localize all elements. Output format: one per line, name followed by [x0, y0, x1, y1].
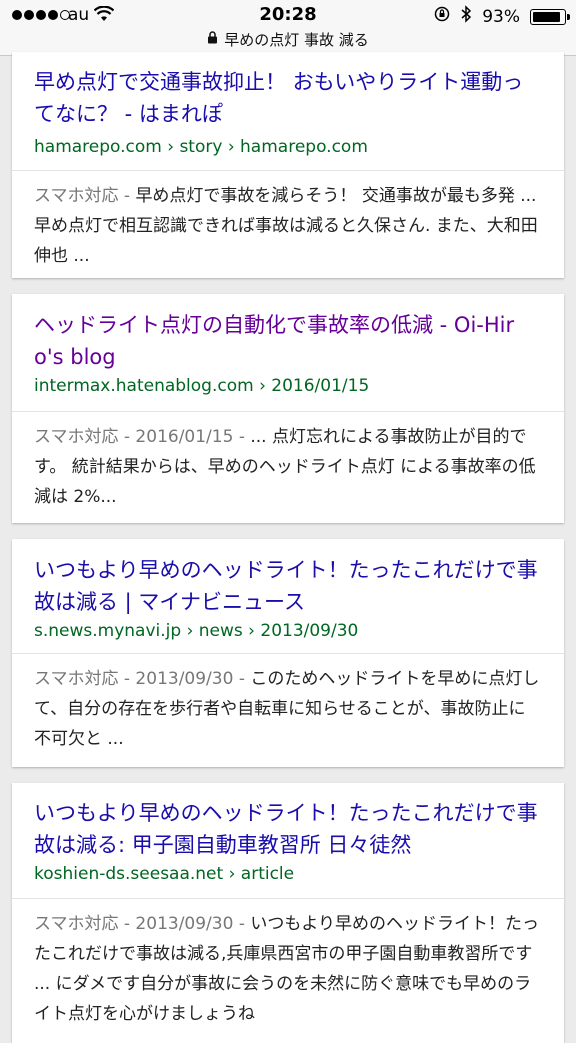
result-snippet: スマホ対応 - 2013/09/30 - いつもより早めのヘッドライト！たったこ…: [12, 899, 564, 1029]
orientation-lock-icon: [434, 6, 450, 27]
result-url[interactable]: intermax.hatenablog.com › 2016/01/15: [34, 373, 542, 399]
result-title-link[interactable]: 早め点灯で交通事故抑止！ おもいやりライト運動ってなに？ - はまれぽ: [34, 66, 542, 130]
address-bar[interactable]: 早めの点灯 事故 減る: [0, 28, 576, 50]
search-result-card[interactable]: ヘッドライト点灯の自動化で事故率の低減 - Oi-Hiro's blog int…: [12, 294, 564, 523]
snippet-meta: スマホ対応 - 2013/09/30 -: [34, 914, 251, 934]
bluetooth-icon: [460, 5, 472, 28]
battery-percent: 93%: [482, 6, 520, 27]
search-result-card[interactable]: 早め点灯で交通事故抑止！ おもいやりライト運動ってなに？ - はまれぽ hama…: [12, 52, 564, 278]
result-title-link[interactable]: ヘッドライト点灯の自動化で事故率の低減 - Oi-Hiro's blog: [34, 309, 542, 373]
search-result-card[interactable]: いつもより早めのヘッドライト！たったこれだけで事故は減る: 甲子園自動車教習所 …: [12, 783, 564, 1043]
result-title-link[interactable]: いつもより早めのヘッドライト！たったこれだけで事故は減る: 甲子園自動車教習所 …: [34, 797, 542, 861]
result-snippet: スマホ対応 - 2013/09/30 - このためヘッドライトを早めに点灯して、…: [12, 654, 564, 754]
result-snippet: スマホ対応 - 早め点灯で事故を減らそう！ 交通事故が最も多発 ... 早め点灯…: [12, 171, 564, 271]
result-url[interactable]: s.news.mynavi.jp › news › 2013/09/30: [34, 618, 542, 644]
status-right-icons: 93%: [434, 5, 570, 28]
result-title-link[interactable]: いつもより早めのヘッドライト！たったこれだけで事故は減る | マイナビニュース: [34, 554, 542, 618]
address-bar-query: 早めの点灯 事故 減る: [224, 30, 369, 49]
lock-icon: [207, 30, 218, 48]
status-row: au 20:28 93%: [0, 0, 576, 30]
result-snippet: スマホ対応 - 2016/01/15 - ... 点灯忘れによる事故防止が目的で…: [12, 412, 564, 512]
result-url[interactable]: koshien-ds.seesaa.net › article: [34, 861, 542, 887]
status-bar: au 20:28 93% 早めの点灯 事故 減る: [0, 0, 576, 56]
snippet-meta: スマホ対応 - 2013/09/30 -: [34, 669, 251, 689]
snippet-meta: スマホ対応 - 2016/01/15 -: [34, 427, 251, 447]
result-url[interactable]: hamarepo.com › story › hamarepo.com: [34, 134, 542, 160]
snippet-meta: スマホ対応 -: [34, 186, 136, 206]
search-result-card[interactable]: いつもより早めのヘッドライト！たったこれだけで事故は減る | マイナビニュース …: [12, 539, 564, 767]
battery-icon: [530, 8, 570, 25]
